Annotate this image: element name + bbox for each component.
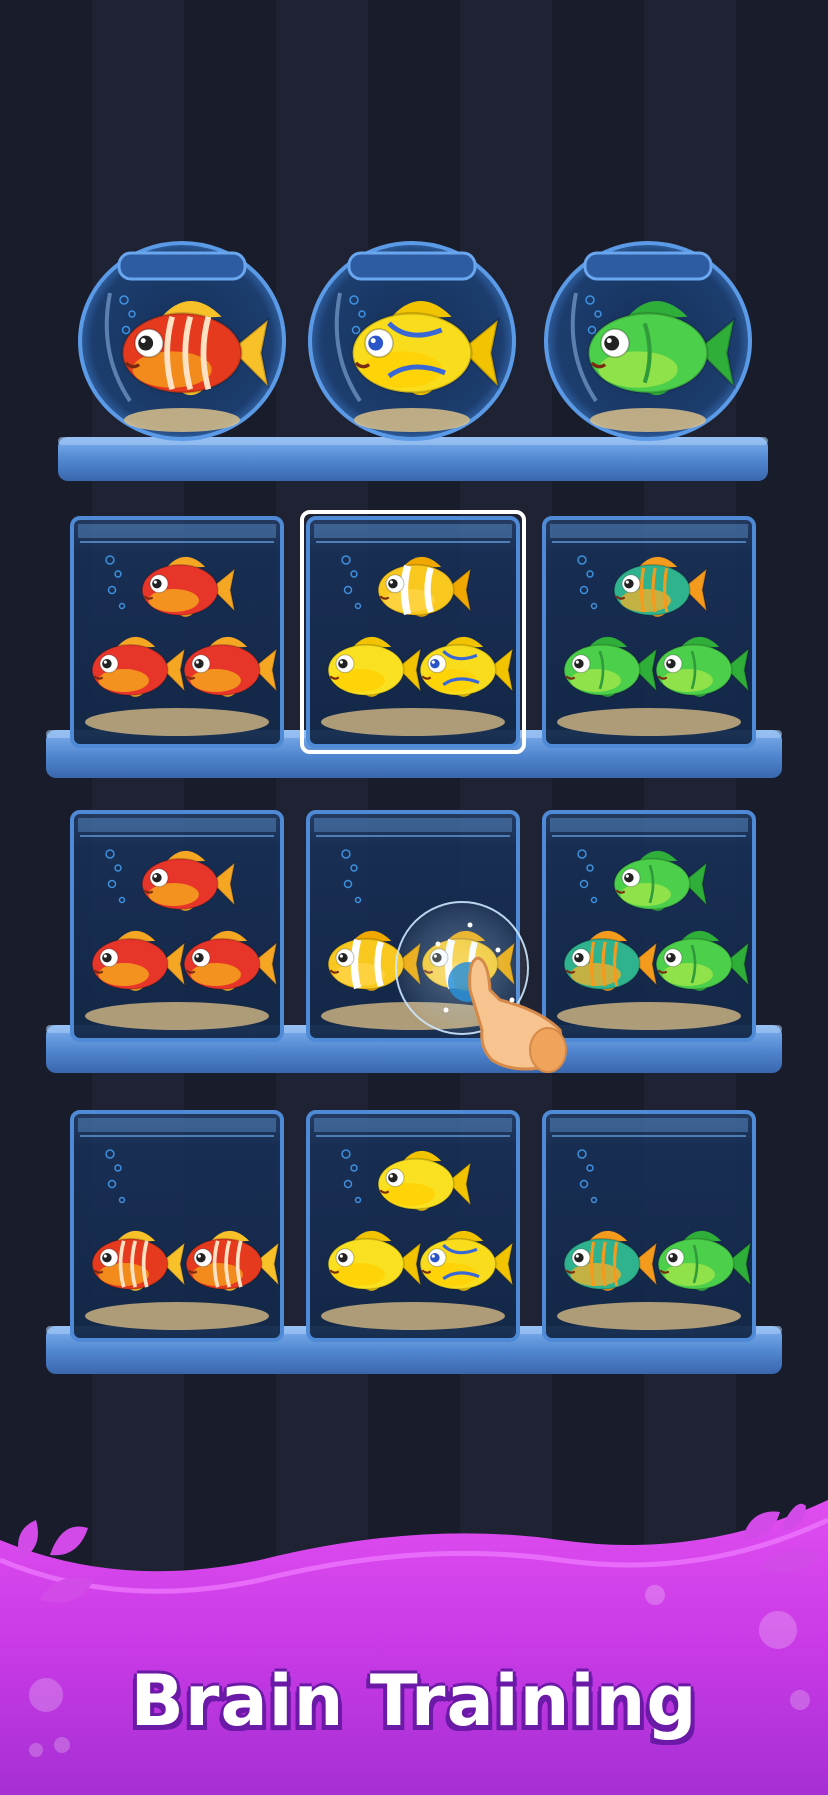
sparkle [509, 997, 515, 1003]
tank-r1-c2[interactable] [300, 510, 526, 754]
banner-title: Brain Training [130, 1660, 698, 1742]
fishbowl-1[interactable] [78, 241, 286, 441]
tank-r1-c1[interactable] [70, 516, 284, 748]
banner-wave [0, 1500, 828, 1795]
sparkle [495, 947, 501, 953]
sparkle [435, 941, 441, 947]
fishbowl-2[interactable] [308, 241, 516, 441]
banner-bubble [759, 1611, 797, 1649]
tank-r2-c3[interactable] [542, 810, 756, 1042]
banner-bubble [29, 1743, 43, 1757]
tank-r3-c3[interactable] [542, 1110, 756, 1342]
sparkle [467, 922, 473, 928]
tank-r3-c2[interactable] [306, 1110, 520, 1342]
tank-r3-c1[interactable] [70, 1110, 284, 1342]
sparkle [443, 1007, 449, 1013]
tank-r1-c3[interactable] [542, 516, 756, 748]
fishbowl-3[interactable] [544, 241, 752, 441]
game-board [0, 241, 828, 1795]
tank-r2-c1[interactable] [70, 810, 284, 1042]
banner-bubble [645, 1585, 665, 1605]
